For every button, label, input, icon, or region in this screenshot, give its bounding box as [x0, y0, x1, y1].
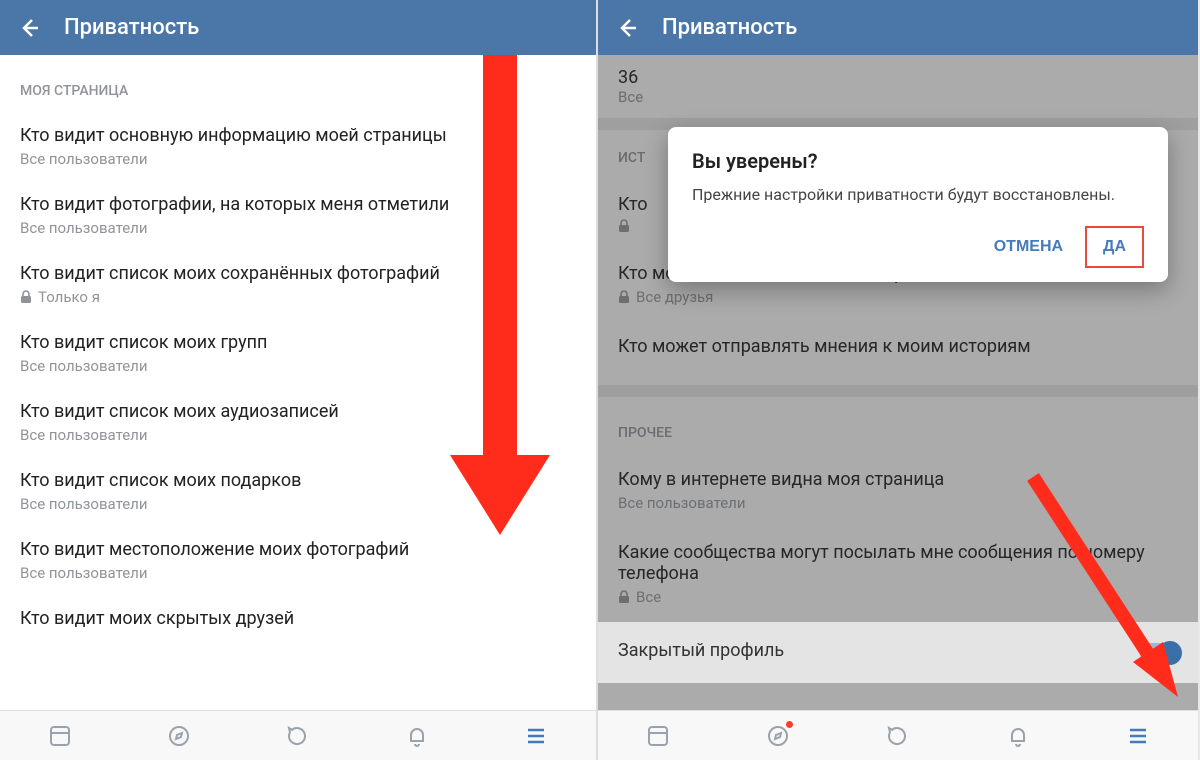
header-title: Приватность — [64, 15, 199, 40]
privacy-item[interactable]: Кому в интернете видна моя страница Все … — [598, 455, 1198, 528]
bottom-nav — [0, 710, 596, 760]
chat-icon — [286, 724, 310, 748]
toggle-switch[interactable] — [1140, 643, 1180, 663]
right-screen: Приватность 36 Все ИСТ Кто Кто может отв… — [598, 0, 1198, 760]
lock-icon — [20, 290, 32, 304]
item-value: Все пользователи — [20, 150, 576, 168]
item-value: Все пользователи — [20, 219, 576, 237]
item-value: Только я — [20, 288, 576, 306]
lock-icon — [618, 219, 630, 233]
section-title: МОЯ СТРАНИЦА — [0, 55, 596, 113]
privacy-item[interactable]: Кто видит местоположение моих фотографий… — [0, 527, 596, 596]
back-button[interactable] — [14, 16, 44, 40]
item-value: Все пользователи — [20, 564, 576, 582]
item-title: Кто видит список моих подарков — [20, 470, 576, 491]
section-separator — [598, 385, 1198, 397]
privacy-item[interactable]: Кто может отправлять мнения к моим истор… — [598, 322, 1198, 385]
item-value: Все пользователи — [20, 426, 576, 444]
modal-title: Вы уверены? — [692, 149, 1144, 173]
nav-notifications[interactable] — [403, 722, 431, 750]
item-value: Все — [618, 88, 1178, 106]
section-title: ПРОЧЕЕ — [598, 397, 1198, 455]
arrow-left-icon — [17, 16, 41, 40]
arrow-left-icon — [615, 16, 639, 40]
nav-messages[interactable] — [884, 722, 912, 750]
item-value: Все пользователи — [20, 495, 576, 513]
lock-icon — [618, 290, 630, 304]
confirm-modal: Вы уверены? Прежние настройки приватност… — [668, 127, 1168, 282]
item-title: Какие сообщества могут посылать мне сооб… — [618, 542, 1178, 584]
privacy-item[interactable]: Кто видит список моих сохранённых фотогр… — [0, 251, 596, 320]
item-title: Кто видит фотографии, на которых меня от… — [20, 194, 576, 215]
header-title: Приватность — [662, 15, 797, 40]
back-button[interactable] — [612, 16, 642, 40]
privacy-item[interactable]: Какие сообщества могут посылать мне сооб… — [598, 528, 1198, 622]
lock-icon — [618, 590, 630, 604]
menu-icon — [524, 724, 548, 748]
item-value: Все друзья — [618, 288, 1178, 306]
nav-notifications[interactable] — [1004, 722, 1032, 750]
privacy-item[interactable]: Кто видит моих скрытых друзей — [0, 596, 596, 647]
item-title: 36 — [618, 67, 1178, 88]
clipped-item: 36 Все — [598, 55, 1198, 118]
privacy-item[interactable]: Кто видит фотографии, на которых меня от… — [0, 182, 596, 251]
modal-body: Прежние настройки приватности будут восс… — [692, 185, 1144, 204]
feed-icon — [48, 724, 72, 748]
item-value: Все пользователи — [20, 357, 576, 375]
item-title: Кто видит основную информацию моей стран… — [20, 125, 576, 146]
menu-icon — [1126, 724, 1150, 748]
privacy-item[interactable]: Кто видит список моих подарков Все польз… — [0, 458, 596, 527]
confirm-button[interactable]: ДА — [1085, 226, 1144, 268]
bottom-nav — [598, 710, 1198, 760]
item-value: Все пользователи — [618, 494, 1178, 512]
item-title: Закрытый профиль — [618, 640, 1178, 661]
nav-discover[interactable] — [764, 722, 792, 750]
modal-actions: ОТМЕНА ДА — [692, 226, 1144, 268]
privacy-item[interactable]: Кто видит список моих групп Все пользова… — [0, 320, 596, 389]
bell-icon — [405, 724, 429, 748]
private-profile-toggle-item[interactable]: Закрытый профиль — [598, 622, 1198, 683]
header: Приватность — [598, 0, 1198, 55]
nav-feed[interactable] — [46, 722, 74, 750]
settings-list-dimmed: 36 Все ИСТ Кто Кто может отвечать на мои… — [598, 55, 1198, 710]
settings-list: МОЯ СТРАНИЦА Кто видит основную информац… — [0, 55, 596, 710]
toggle-knob — [1158, 641, 1182, 665]
nav-feed[interactable] — [644, 722, 672, 750]
compass-icon — [167, 724, 191, 748]
nav-discover[interactable] — [165, 722, 193, 750]
privacy-item[interactable]: Кто видит список моих аудиозаписей Все п… — [0, 389, 596, 458]
cancel-button[interactable]: ОТМЕНА — [978, 226, 1079, 268]
item-title: Кто видит местоположение моих фотографий — [20, 539, 576, 560]
item-title: Кто может отправлять мнения к моим истор… — [618, 336, 1178, 357]
header: Приватность — [0, 0, 596, 55]
notification-dot — [786, 721, 793, 728]
item-title: Кто видит список моих групп — [20, 332, 576, 353]
item-title: Кому в интернете видна моя страница — [618, 469, 1178, 490]
bell-icon — [1006, 724, 1030, 748]
nav-menu[interactable] — [522, 722, 550, 750]
feed-icon — [646, 724, 670, 748]
nav-menu[interactable] — [1124, 722, 1152, 750]
left-screen: Приватность МОЯ СТРАНИЦА Кто видит основ… — [0, 0, 598, 760]
privacy-item[interactable]: Кто видит основную информацию моей стран… — [0, 113, 596, 182]
item-title: Кто видит моих скрытых друзей — [20, 608, 576, 629]
item-value: Все — [618, 588, 1178, 606]
item-title: Кто видит список моих аудиозаписей — [20, 401, 576, 422]
chat-icon — [886, 724, 910, 748]
nav-messages[interactable] — [284, 722, 312, 750]
item-title: Кто видит список моих сохранённых фотогр… — [20, 263, 576, 284]
